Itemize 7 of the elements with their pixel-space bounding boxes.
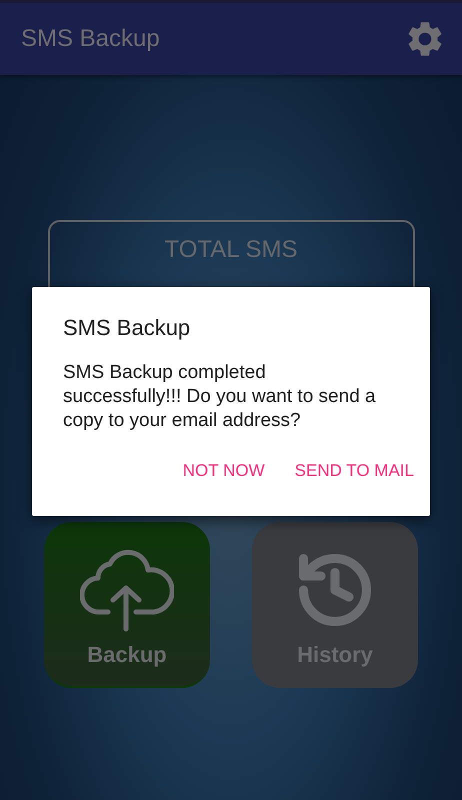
backup-button[interactable]: Backup: [44, 522, 210, 688]
total-sms-label: TOTAL SMS: [164, 236, 298, 264]
dialog-button[interactable]: SEND TO MAIL: [294, 457, 414, 485]
dialog-message: SMS Backup completed successfully!!! Do you want to send a copy to your email address?: [63, 361, 377, 433]
app-title: SMS Backup: [21, 25, 160, 53]
dialog-title: SMS Backup: [63, 315, 192, 341]
dialog-button[interactable]: NOT NOW: [182, 457, 265, 485]
